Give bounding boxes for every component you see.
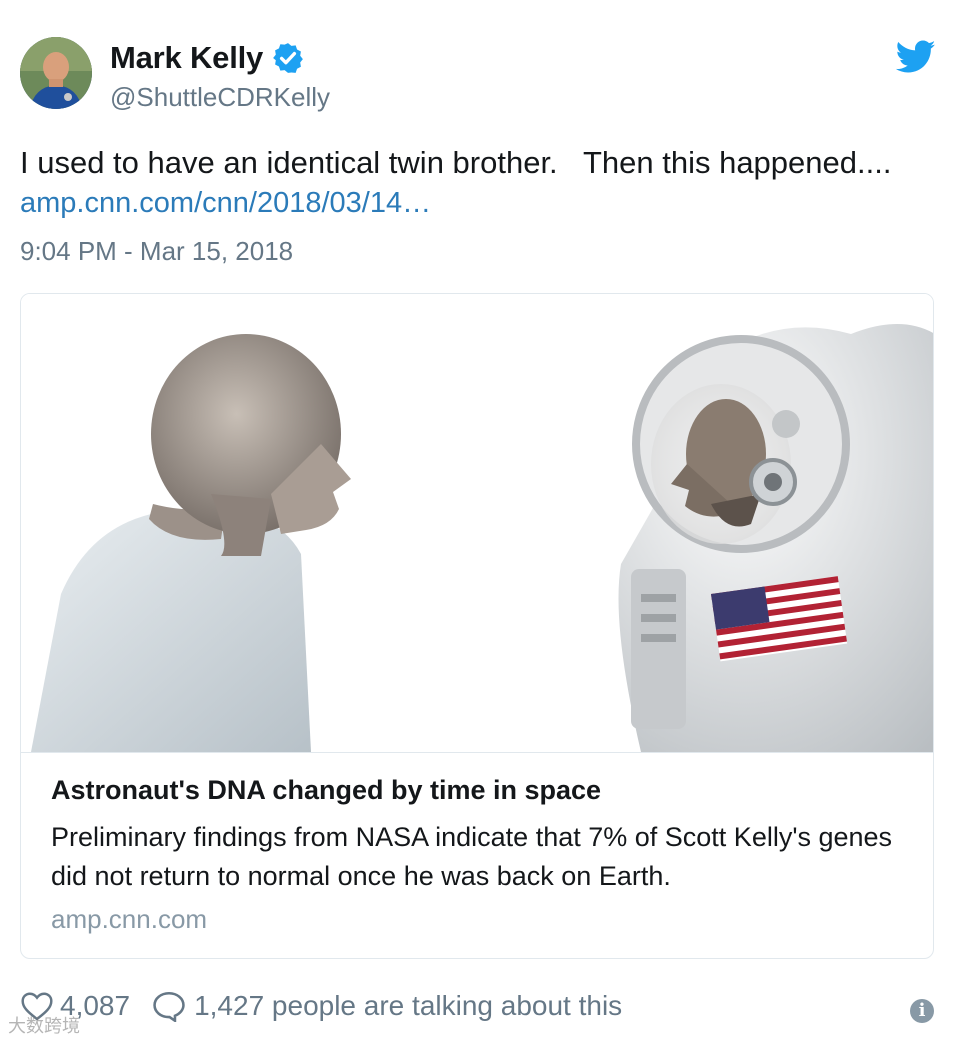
card-description: Preliminary findings from NASA indicate …	[51, 822, 893, 891]
tweet-timestamp[interactable]: 9:04 PM - Mar 15, 2018	[20, 236, 293, 267]
watermark: 大数跨境	[8, 1016, 80, 1036]
profile-avatar[interactable]	[20, 37, 92, 109]
talking-count[interactable]: 1,427 people are talking about this	[194, 990, 622, 1022]
card-domain: amp.cnn.com	[51, 904, 208, 934]
user-handle[interactable]: @ShuttleCDRKelly	[110, 82, 330, 113]
tweet-link[interactable]: amp.cnn.com/cnn/2018/03/14…	[20, 187, 431, 220]
info-icon[interactable]: i	[910, 999, 934, 1023]
tweet-actions: 4,087 1,427 people are talking about thi…	[20, 990, 622, 1022]
card-image[interactable]	[21, 294, 933, 752]
link-preview-card[interactable]: Astronaut's DNA changed by time in space…	[20, 293, 934, 959]
reply-bubble-icon[interactable]	[152, 990, 186, 1022]
card-divider	[21, 752, 933, 753]
tweet-text: I used to have an identical twin brother…	[20, 145, 892, 180]
card-title[interactable]: Astronaut's DNA changed by time in space	[51, 775, 601, 806]
display-name[interactable]: Mark Kelly	[110, 40, 263, 76]
verified-badge-icon	[273, 43, 303, 73]
twitter-bird-icon[interactable]	[896, 40, 936, 74]
